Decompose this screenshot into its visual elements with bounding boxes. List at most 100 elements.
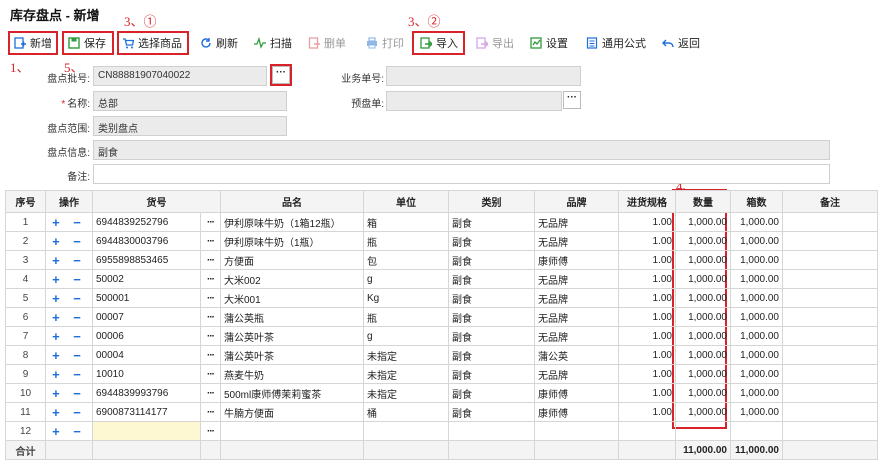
row-boxes-cell[interactable]: 1,000.00 (730, 212, 783, 232)
row-add-remove-buttons[interactable]: + − (45, 364, 93, 384)
row-add-remove-buttons[interactable]: + − (45, 212, 93, 232)
row-qty-cell[interactable]: 1,000.00 (675, 212, 731, 232)
row-code-picker-button[interactable]: ··· (200, 345, 221, 365)
settings-icon (530, 37, 542, 49)
row-remark-cell[interactable] (782, 250, 878, 270)
row-qty-cell[interactable]: 1,000.00 (675, 288, 731, 308)
row-qty-cell[interactable]: 1,000.00 (675, 269, 731, 289)
row-qty-cell[interactable]: 1,000.00 (675, 231, 731, 251)
select-goods-button[interactable]: 选择商品 (122, 33, 182, 53)
total-boxes: 11,000.00 (730, 440, 783, 460)
row-code-picker-button[interactable]: ··· (200, 212, 221, 232)
row-qty-cell[interactable]: 1,000.00 (675, 383, 731, 403)
refresh-button[interactable]: 刷新 (200, 33, 238, 53)
row-boxes-cell[interactable]: 1,000.00 (730, 402, 783, 422)
row-remark-cell[interactable] (782, 307, 878, 327)
row-name-cell: 蒲公英叶茶 (220, 345, 364, 365)
row-boxes-cell[interactable]: 1,000.00 (730, 364, 783, 384)
row-add-remove-buttons[interactable]: + − (45, 250, 93, 270)
row-boxes-cell[interactable]: 1,000.00 (730, 288, 783, 308)
remark-field[interactable] (93, 164, 830, 184)
row-add-remove-buttons[interactable]: + − (45, 421, 93, 441)
row-add-remove-buttons[interactable]: + − (45, 307, 93, 327)
col-header-remark: 备注 (782, 190, 878, 213)
row-boxes-cell[interactable] (730, 421, 783, 441)
row-code-cell[interactable]: 6900873114177 (92, 402, 201, 422)
row-remark-cell[interactable] (782, 402, 878, 422)
formula-icon (586, 37, 598, 49)
row-code-picker-button[interactable]: ··· (200, 307, 221, 327)
row-code-cell[interactable]: 6955898853465 (92, 250, 201, 270)
row-code-picker-button[interactable]: ··· (200, 421, 221, 441)
row-code-picker-button[interactable]: ··· (200, 364, 221, 384)
row-qty-cell[interactable]: 1,000.00 (675, 402, 731, 422)
row-code-cell[interactable]: 6944830003796 (92, 231, 201, 251)
row-qty-cell[interactable]: 1,000.00 (675, 345, 731, 365)
batch-picker-button[interactable]: ··· (272, 66, 290, 84)
row-code-cell[interactable]: 50002 (92, 269, 201, 289)
row-spec-cell: 1.00 (618, 383, 676, 403)
add-button[interactable]: 新增 (14, 33, 52, 53)
row-remark-cell[interactable] (782, 345, 878, 365)
row-boxes-cell[interactable]: 1,000.00 (730, 250, 783, 270)
row-code-cell[interactable]: 6944839252796 (92, 212, 201, 232)
pre-inventory-picker-button[interactable]: ··· (563, 91, 581, 109)
row-code-cell[interactable]: 00006 (92, 326, 201, 346)
row-add-remove-buttons[interactable]: + − (45, 269, 93, 289)
row-remark-cell[interactable] (782, 364, 878, 384)
formula-button[interactable]: 通用公式 (586, 33, 646, 53)
row-code-cell[interactable]: 10010 (92, 364, 201, 384)
save-button[interactable]: 保存 (68, 33, 106, 53)
row-qty-cell[interactable]: 1,000.00 (675, 326, 731, 346)
scope-field: 类别盘点 (93, 116, 287, 136)
row-boxes-cell[interactable]: 1,000.00 (730, 231, 783, 251)
total-qty: 11,000.00 (675, 440, 731, 460)
row-boxes-cell[interactable]: 1,000.00 (730, 345, 783, 365)
row-remark-cell[interactable] (782, 421, 878, 441)
row-qty-cell[interactable]: 1,000.00 (675, 250, 731, 270)
row-add-remove-buttons[interactable]: + − (45, 288, 93, 308)
row-remark-cell[interactable] (782, 212, 878, 232)
row-add-remove-buttons[interactable]: + − (45, 231, 93, 251)
row-code-cell[interactable]: 6944839993796 (92, 383, 201, 403)
row-code-picker-button[interactable]: ··· (200, 402, 221, 422)
row-unit-cell: 包 (363, 250, 449, 270)
row-code-picker-button[interactable]: ··· (200, 383, 221, 403)
row-code-picker-button[interactable]: ··· (200, 269, 221, 289)
row-boxes-cell[interactable]: 1,000.00 (730, 383, 783, 403)
row-boxes-cell[interactable]: 1,000.00 (730, 326, 783, 346)
row-remark-cell[interactable] (782, 288, 878, 308)
business-no-field (386, 66, 581, 86)
back-button[interactable]: 返回 (662, 33, 700, 53)
row-remark-cell[interactable] (782, 269, 878, 289)
row-add-remove-buttons[interactable]: + − (45, 402, 93, 422)
delete-order-button[interactable]: 删单 (308, 33, 346, 53)
row-code-cell[interactable]: 00004 (92, 345, 201, 365)
row-add-remove-buttons[interactable]: + − (45, 345, 93, 365)
scan-button[interactable]: 扫描 (254, 33, 292, 53)
row-code-cell[interactable]: 500001 (92, 288, 201, 308)
row-code-cell[interactable]: 00007 (92, 307, 201, 327)
settings-button[interactable]: 设置 (530, 33, 568, 53)
row-add-remove-buttons[interactable]: + − (45, 383, 93, 403)
row-code-picker-button[interactable]: ··· (200, 231, 221, 251)
row-remark-cell[interactable] (782, 326, 878, 346)
delete-doc-icon (308, 37, 320, 49)
row-code-picker-button[interactable]: ··· (200, 326, 221, 346)
import-button[interactable]: 导入 (420, 33, 458, 53)
row-qty-cell[interactable]: 1,000.00 (675, 364, 731, 384)
row-qty-cell[interactable]: 1,000.00 (675, 307, 731, 327)
row-code-cell[interactable] (92, 421, 201, 441)
row-boxes-cell[interactable]: 1,000.00 (730, 269, 783, 289)
row-add-remove-buttons[interactable]: + − (45, 326, 93, 346)
pre-inventory-field[interactable] (386, 91, 562, 111)
row-boxes-cell[interactable]: 1,000.00 (730, 307, 783, 327)
toolbar: 新增 保存 选择商品 刷新 扫描 删单 打印 导入 导出 设置 通用公式 返回 (0, 30, 882, 56)
print-button[interactable]: 打印 (366, 33, 404, 53)
row-remark-cell[interactable] (782, 231, 878, 251)
row-remark-cell[interactable] (782, 383, 878, 403)
row-qty-cell[interactable] (675, 421, 731, 441)
row-code-picker-button[interactable]: ··· (200, 288, 221, 308)
row-code-picker-button[interactable]: ··· (200, 250, 221, 270)
export-button[interactable]: 导出 (476, 33, 514, 53)
